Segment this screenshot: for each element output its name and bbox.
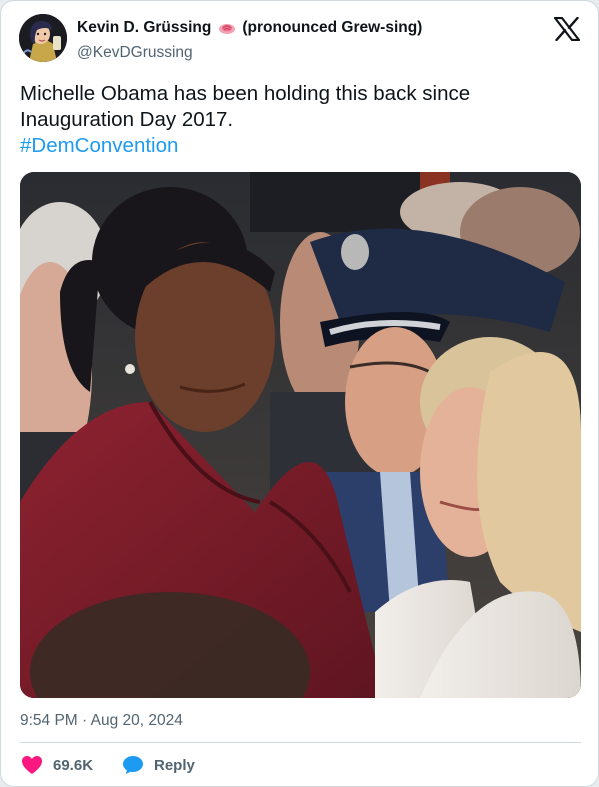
author-pronunciation: (pronounced Grew-sing) (242, 19, 423, 36)
x-logo-icon[interactable] (553, 16, 581, 42)
like-button[interactable]: 69.6K (21, 753, 93, 777)
avatar-illustration-icon (19, 14, 67, 62)
tweet-body: Michelle Obama has been holding this bac… (20, 82, 471, 131)
divider (20, 742, 581, 743)
rose-emoji-icon (218, 21, 236, 35)
author-handle[interactable]: @KevDGrussing (77, 44, 193, 62)
tweet-card: Kevin D. Grüssing (pronounced Grew-sing)… (0, 0, 599, 787)
avatar[interactable] (19, 14, 67, 62)
hashtag-link[interactable]: #DemConvention (20, 133, 580, 159)
like-count: 69.6K (53, 756, 94, 774)
reply-button[interactable]: Reply (122, 753, 195, 777)
tweet-text: Michelle Obama has been holding this bac… (20, 81, 580, 159)
tweet-photo[interactable] (20, 172, 581, 698)
author-display-name[interactable]: Kevin D. Grüssing (77, 19, 211, 37)
inauguration-photo (20, 172, 581, 698)
reply-label: Reply (154, 756, 195, 774)
reply-bubble-icon (123, 756, 143, 774)
author-name-row[interactable]: Kevin D. Grüssing (pronounced Grew-sing) (77, 19, 422, 37)
heart-icon (22, 756, 42, 774)
tweet-timestamp[interactable]: 9:54 PM · Aug 20, 2024 (20, 712, 183, 730)
